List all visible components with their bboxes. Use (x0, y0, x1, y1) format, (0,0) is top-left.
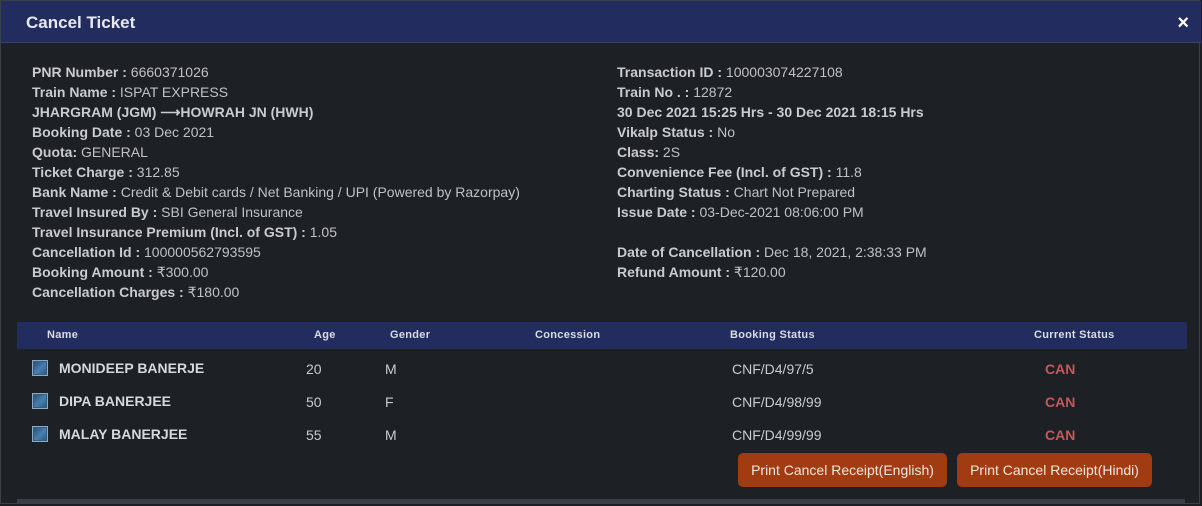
ticket-info-right: Transaction ID : 100003074227108 Train N… (617, 62, 927, 282)
dialog-title: Cancel Ticket (26, 13, 136, 32)
print-cancel-receipt-hindi-button[interactable]: Print Cancel Receipt(Hindi) (957, 453, 1152, 487)
convenience-fee: Convenience Fee (Incl. of GST) : 11.8 (617, 164, 862, 180)
bank-name: Bank Name : Credit & Debit cards / Net B… (32, 184, 520, 200)
booking-status: CNF/D4/98/99 (732, 394, 822, 410)
quota: Quota: GENERAL (32, 144, 148, 160)
passenger-gender: F (385, 394, 394, 410)
column-header-concession: Concession (535, 329, 601, 341)
vikalp-status: Vikalp Status : No (617, 124, 736, 140)
passenger-age: 55 (306, 427, 322, 443)
arrow-right-icon: ⟶ (160, 104, 181, 120)
current-status: CAN (1045, 427, 1076, 443)
ticket-info-left: PNR Number : 6660371026 Train Name : ISP… (32, 62, 520, 302)
transaction-id: Transaction ID : 100003074227108 (617, 64, 843, 80)
charting-status: Charting Status : Chart Not Prepared (617, 184, 856, 200)
booking-amount: Booking Amount : ₹300.00 (32, 264, 209, 280)
horizontal-scrollbar[interactable] (17, 499, 1185, 503)
insurance-premium: Travel Insurance Premium (Incl. of GST) … (32, 224, 337, 240)
train-name: Train Name : ISPAT EXPRESS (32, 84, 229, 100)
train-number: Train No . : 12872 (617, 84, 733, 100)
passenger-checkbox[interactable] (32, 426, 48, 442)
date-of-cancellation: Date of Cancellation : Dec 18, 2021, 2:3… (617, 244, 927, 260)
ticket-charge: Ticket Charge : 312.85 (32, 164, 180, 180)
cancellation-id: Cancellation Id : 100000562793595 (32, 244, 261, 260)
cancel-ticket-dialog: Cancel Ticket × PNR Number : 6660371026 … (0, 0, 1201, 504)
passenger-gender: M (385, 427, 397, 443)
booking-date: Booking Date : 03 Dec 2021 (32, 124, 215, 140)
table-row: MONIDEEP BANERJE 20 M CNF/D4/97/5 CAN (17, 353, 1187, 386)
column-header-age: Age (314, 329, 336, 341)
pnr-number: PNR Number : 6660371026 (32, 64, 209, 80)
passenger-table-header: Name Age Gender Concession Booking Statu… (17, 322, 1187, 349)
print-cancel-receipt-english-button[interactable]: Print Cancel Receipt(English) (738, 453, 947, 487)
cancellation-charges: Cancellation Charges : ₹180.00 (32, 284, 240, 300)
current-status: CAN (1045, 394, 1076, 410)
column-header-name: Name (47, 329, 79, 341)
passenger-name: DIPA BANERJEE (59, 393, 172, 409)
booking-status: CNF/D4/97/5 (732, 361, 814, 377)
journey-stations: JHARGRAM (JGM) ⟶HOWRAH JN (HWH) (32, 104, 314, 120)
passenger-age: 50 (306, 394, 322, 410)
travel-insured-by: Travel Insured By : SBI General Insuranc… (32, 204, 303, 220)
passenger-name: MALAY BANERJEE (59, 426, 188, 442)
passenger-checkbox[interactable] (32, 393, 48, 409)
column-header-booking-status: Booking Status (730, 329, 815, 341)
refund-amount: Refund Amount : ₹120.00 (617, 264, 786, 280)
travel-class: Class: 2S (617, 144, 681, 160)
close-icon[interactable]: × (1177, 11, 1189, 35)
column-header-gender: Gender (390, 329, 431, 341)
current-status: CAN (1045, 361, 1076, 377)
passenger-gender: M (385, 361, 397, 377)
issue-date: Issue Date : 03-Dec-2021 08:06:00 PM (617, 204, 864, 220)
passenger-name: MONIDEEP BANERJE (59, 360, 205, 376)
booking-status: CNF/D4/99/99 (732, 427, 822, 443)
journey-datetime: 30 Dec 2021 15:25 Hrs - 30 Dec 2021 18:1… (617, 104, 924, 120)
table-row: MALAY BANERJEE 55 M CNF/D4/99/99 CAN (17, 419, 1187, 452)
dialog-header: Cancel Ticket × (1, 1, 1201, 43)
passenger-checkbox[interactable] (32, 360, 48, 376)
column-header-current-status: Current Status (1034, 329, 1115, 341)
table-row: DIPA BANERJEE 50 F CNF/D4/98/99 CAN (17, 386, 1187, 419)
passenger-age: 20 (306, 361, 322, 377)
